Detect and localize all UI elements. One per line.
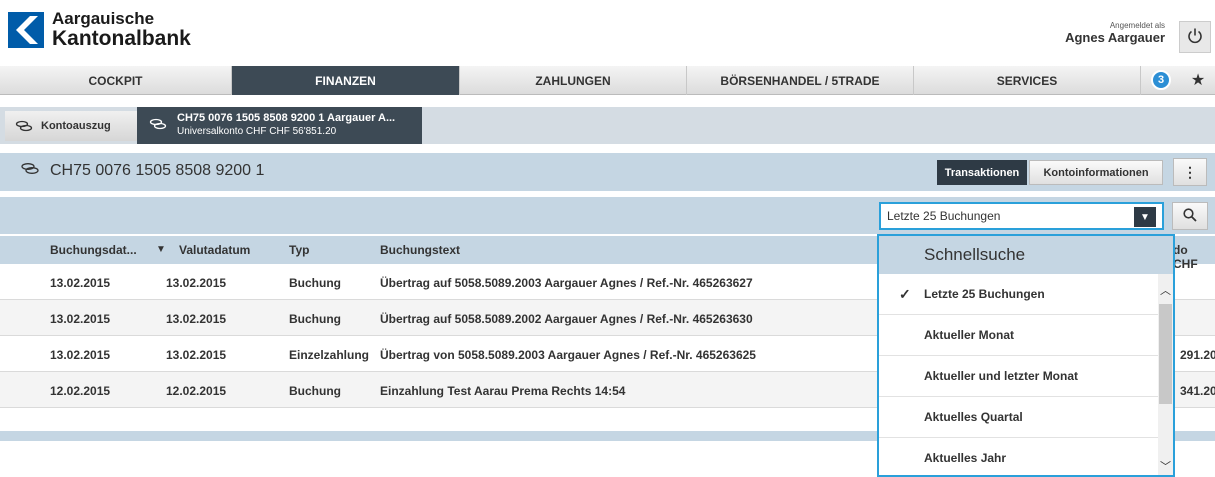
dropdown-option-current-month[interactable]: Aktueller Monat xyxy=(879,315,1159,356)
cell-type: Buchung xyxy=(289,276,341,290)
dropdown-option-label: Aktuelles Quartal xyxy=(924,410,1023,424)
power-icon xyxy=(1186,27,1204,48)
coins-icon xyxy=(149,118,167,133)
dropdown-option-current-quarter[interactable]: Aktuelles Quartal xyxy=(879,397,1159,438)
main-navigation: COCKPIT FINANZEN ZAHLUNGEN BÖRSENHANDEL … xyxy=(0,66,1215,95)
column-header-type[interactable]: Typ xyxy=(289,243,309,257)
user-info: Angemeldet als Agnes Aargauer xyxy=(1065,21,1165,45)
cell-booking-date: 13.02.2015 xyxy=(50,348,111,362)
dropdown-title: Schnellsuche xyxy=(879,236,1173,274)
breadcrumb-account-title: CH75 0076 1505 8508 9200 1 Aargauer A... xyxy=(177,112,396,125)
coins-icon xyxy=(15,120,33,132)
bank-logo[interactable]: Aargauische Kantonalbank xyxy=(8,10,191,49)
notifications-button[interactable]: 3 xyxy=(1141,66,1181,94)
dropdown-option-label: Aktuelles Jahr xyxy=(924,451,1007,465)
dropdown-scrollbar[interactable]: ︿ ﹀ xyxy=(1158,274,1173,475)
cell-balance: 291.20 xyxy=(1180,348,1215,362)
nav-boersenhandel[interactable]: BÖRSENHANDEL / 5TRADE xyxy=(687,66,914,95)
dropdown-option-label: Aktueller und letzter Monat xyxy=(924,369,1079,383)
dropdown-option-current-year[interactable]: Aktuelles Jahr xyxy=(879,438,1159,475)
account-iban: CH75 0076 1505 8508 9200 1 xyxy=(50,162,265,179)
breadcrumb-first-label: Kontoauszug xyxy=(41,120,111,132)
sort-desc-icon[interactable]: ▼ xyxy=(156,244,166,255)
notification-badge: 3 xyxy=(1151,70,1171,90)
logo-text-line2: Kantonalbank xyxy=(52,27,191,50)
account-title: CH75 0076 1505 8508 9200 1 xyxy=(20,162,264,180)
cell-booking-date: 13.02.2015 xyxy=(50,312,111,326)
logo-text-line1: Aargauische xyxy=(52,9,155,28)
nav-zahlungen[interactable]: ZAHLUNGEN xyxy=(460,66,687,95)
column-header-booking-date[interactable]: Buchungsdat... xyxy=(50,243,137,257)
dropdown-option-label: Letzte 25 Buchungen xyxy=(924,287,1045,301)
more-vertical-icon: ⋮ xyxy=(1183,163,1197,180)
chevron-down-icon[interactable]: ﹀ xyxy=(1158,458,1173,474)
logo-mark-icon xyxy=(8,11,44,48)
cell-balance: 341.20 xyxy=(1180,384,1215,398)
checkmark-icon: ✓ xyxy=(899,286,911,302)
nav-cockpit[interactable]: COCKPIT xyxy=(0,66,232,95)
header: Aargauische Kantonalbank Angemeldet als … xyxy=(0,0,1215,66)
cell-type: Buchung xyxy=(289,312,341,326)
cell-text: Übertrag von 5058.5089.2003 Aargauer Agn… xyxy=(380,348,756,362)
cell-text: Übertrag auf 5058.5089.2002 Aargauer Agn… xyxy=(380,312,753,326)
cell-value-date: 13.02.2015 xyxy=(166,312,227,326)
dropdown-option-last-25[interactable]: ✓ Letzte 25 Buchungen xyxy=(879,274,1159,315)
logged-in-label: Angemeldet als xyxy=(1109,21,1165,30)
favorites-button[interactable]: ★ xyxy=(1181,66,1215,94)
quick-search-select[interactable]: Letzte 25 Buchungen ▼ xyxy=(879,202,1164,230)
dropdown-option-label: Aktueller Monat xyxy=(924,328,1015,342)
logout-button[interactable] xyxy=(1179,21,1211,53)
cell-type: Einzelzahlung xyxy=(289,348,370,362)
breadcrumb-kontoauszug[interactable]: Kontoauszug xyxy=(5,111,146,141)
nav-finanzen[interactable]: FINANZEN xyxy=(232,66,460,95)
user-name: Agnes Aargauer xyxy=(1065,30,1165,45)
nav-services[interactable]: SERVICES xyxy=(914,66,1141,95)
more-options-button[interactable]: ⋮ xyxy=(1173,158,1207,186)
scrollbar-thumb[interactable] xyxy=(1159,304,1172,404)
cell-booking-date: 12.02.2015 xyxy=(50,384,111,398)
cell-text: Übertrag auf 5058.5089.2003 Aargauer Agn… xyxy=(380,276,753,290)
account-header: CH75 0076 1505 8508 9200 1 Transaktionen… xyxy=(0,153,1215,191)
coins-icon xyxy=(20,162,40,180)
star-icon: ★ xyxy=(1190,72,1206,89)
cell-value-date: 12.02.2015 xyxy=(166,384,227,398)
breadcrumb-account-subtitle: Universalkonto CHF CHF 56'851.20 xyxy=(177,126,337,138)
breadcrumb: Kontoauszug CH75 0076 1505 8508 9200 1 A… xyxy=(0,107,1215,144)
tab-transaktionen[interactable]: Transaktionen xyxy=(937,160,1027,185)
column-header-text[interactable]: Buchungstext xyxy=(380,243,460,257)
column-header-value-date[interactable]: Valutadatum xyxy=(179,243,250,257)
search-button[interactable] xyxy=(1172,202,1208,230)
cell-value-date: 13.02.2015 xyxy=(166,348,227,362)
cell-value-date: 13.02.2015 xyxy=(166,276,227,290)
cell-booking-date: 13.02.2015 xyxy=(50,276,111,290)
quick-search-dropdown[interactable]: Schnellsuche ✓ Letzte 25 Buchungen Aktue… xyxy=(877,234,1175,477)
dropdown-option-current-and-last-month[interactable]: Aktueller und letzter Monat xyxy=(879,356,1159,397)
tab-kontoinformationen[interactable]: Kontoinformationen xyxy=(1029,160,1163,185)
quick-search-selected-value: Letzte 25 Buchungen xyxy=(887,209,1001,223)
chevron-down-icon[interactable]: ▼ xyxy=(1134,207,1156,227)
breadcrumb-account[interactable]: CH75 0076 1505 8508 9200 1 Aargauer A...… xyxy=(137,107,422,144)
chevron-up-icon[interactable]: ︿ xyxy=(1158,282,1173,298)
cell-text: Einzahlung Test Aarau Prema Rechts 14:54 xyxy=(380,384,626,398)
search-icon xyxy=(1183,207,1197,225)
cell-type: Buchung xyxy=(289,384,341,398)
filter-bar: Letzte 25 Buchungen ▼ xyxy=(0,197,1215,234)
